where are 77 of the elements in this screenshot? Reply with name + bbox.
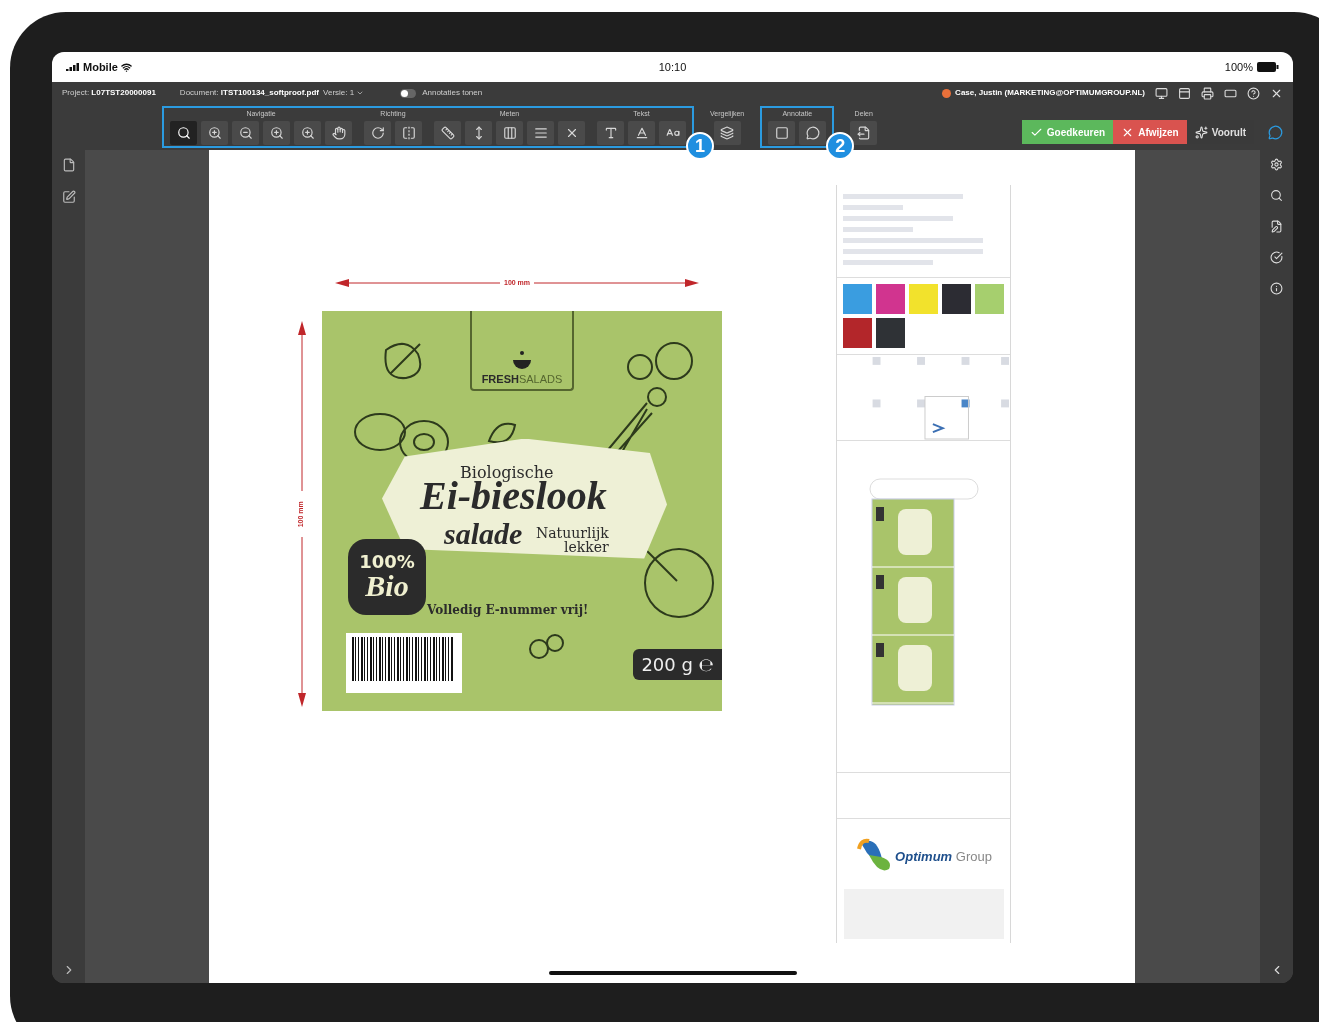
zoom-in-icon bbox=[300, 126, 315, 140]
toolbar-tool[interactable] bbox=[434, 121, 461, 145]
version-dropdown[interactable]: Versie: 1 bbox=[323, 87, 365, 99]
toolbar-tool[interactable] bbox=[465, 121, 492, 145]
toolbar-tool[interactable] bbox=[768, 121, 796, 145]
toolbar-tool[interactable] bbox=[294, 121, 321, 145]
lines-icon bbox=[533, 126, 548, 140]
speech-bubble-icon bbox=[805, 126, 820, 140]
document-export-icon bbox=[856, 126, 871, 140]
toolbar-tool[interactable] bbox=[496, 121, 523, 145]
user-name[interactable]: Case, Justin (MARKETING@OPTIMUMGROUP.NL) bbox=[955, 87, 1145, 99]
zoom-in-icon bbox=[207, 126, 222, 140]
chevron-down-icon bbox=[356, 89, 365, 97]
toolbar-tool[interactable] bbox=[799, 121, 827, 145]
toolbar-tool[interactable] bbox=[713, 121, 741, 145]
document-text: Document: ITST100134_softproof.pdf bbox=[179, 87, 320, 99]
basil-sketch bbox=[487, 420, 517, 445]
user-avatar bbox=[942, 88, 952, 98]
annotations-toggle[interactable] bbox=[400, 88, 417, 98]
toolbar-tool[interactable] bbox=[201, 121, 228, 145]
rectangle-icon bbox=[774, 126, 789, 140]
rotate-icon bbox=[370, 126, 385, 140]
page-icon[interactable] bbox=[61, 158, 76, 172]
callout-badge: 2 bbox=[826, 132, 855, 160]
toolbar-tool[interactable] bbox=[364, 121, 391, 145]
toolbar-tool[interactable] bbox=[628, 121, 655, 145]
bio-percentage: 100% bbox=[359, 552, 415, 571]
wifi-icon bbox=[120, 61, 132, 73]
weight-badge: 200 g ℮ bbox=[633, 648, 722, 680]
logo-text: Optimum Group bbox=[895, 848, 992, 867]
text-icon bbox=[603, 126, 618, 140]
bio-text: Bio bbox=[365, 570, 409, 601]
carrier-text: Mobile bbox=[83, 59, 118, 75]
toolbar-tool[interactable] bbox=[597, 121, 624, 145]
panel-icon[interactable] bbox=[1178, 86, 1191, 100]
toolbar-tool[interactable] bbox=[170, 121, 197, 145]
battery-text: 100% bbox=[1224, 59, 1253, 75]
signal-icon bbox=[66, 62, 80, 72]
ruler-icon bbox=[440, 126, 455, 140]
help-icon[interactable] bbox=[1247, 86, 1260, 100]
columns-icon bbox=[502, 126, 517, 140]
brand-name: FRESHSALADS bbox=[481, 373, 563, 385]
battery-icon bbox=[1257, 62, 1279, 72]
hand-icon bbox=[331, 126, 346, 140]
search-icon bbox=[176, 126, 191, 140]
edit-icon[interactable] bbox=[61, 190, 76, 204]
settings-icon[interactable] bbox=[1270, 158, 1283, 171]
chat-icon[interactable] bbox=[1268, 124, 1283, 140]
claim-text: Volledig E-nummer vrij! bbox=[427, 601, 589, 619]
document-edit-icon[interactable] bbox=[1270, 220, 1283, 233]
flip-icon bbox=[401, 126, 416, 140]
clock-text: 10:10 bbox=[657, 59, 688, 75]
letter-icon bbox=[634, 126, 649, 140]
toolbar-tool[interactable] bbox=[659, 121, 686, 145]
layers-icon bbox=[720, 126, 735, 140]
zoom-out-icon bbox=[238, 126, 253, 140]
toolbar-tool[interactable] bbox=[325, 121, 352, 145]
toolbar-tool[interactable] bbox=[263, 121, 290, 145]
zoom-in-icon bbox=[269, 126, 284, 140]
search-icon[interactable] bbox=[1270, 189, 1283, 202]
check-circle-icon[interactable] bbox=[1270, 251, 1283, 264]
screen-icon[interactable] bbox=[1155, 86, 1168, 100]
action-button[interactable]: Afwijzen bbox=[1113, 120, 1187, 144]
bowl-icon bbox=[511, 349, 533, 372]
toolbar-tool[interactable] bbox=[527, 121, 554, 145]
callout-badge: 1 bbox=[686, 132, 714, 160]
toolbar-tool[interactable] bbox=[395, 121, 422, 145]
toolbar-tool[interactable] bbox=[558, 121, 585, 145]
tagline: Natuurlijk lekker bbox=[536, 525, 609, 554]
info-icon[interactable] bbox=[1270, 282, 1283, 295]
toggle-label: Annotaties tonen bbox=[422, 87, 483, 99]
project-text: Project: L07TST20000091 bbox=[62, 87, 156, 99]
sparkle-icon bbox=[1194, 125, 1208, 139]
print-icon[interactable] bbox=[1201, 86, 1214, 100]
toolbar-tool[interactable] bbox=[850, 121, 878, 145]
product-title: salade bbox=[444, 518, 523, 549]
toolbar-tool[interactable] bbox=[232, 121, 259, 145]
